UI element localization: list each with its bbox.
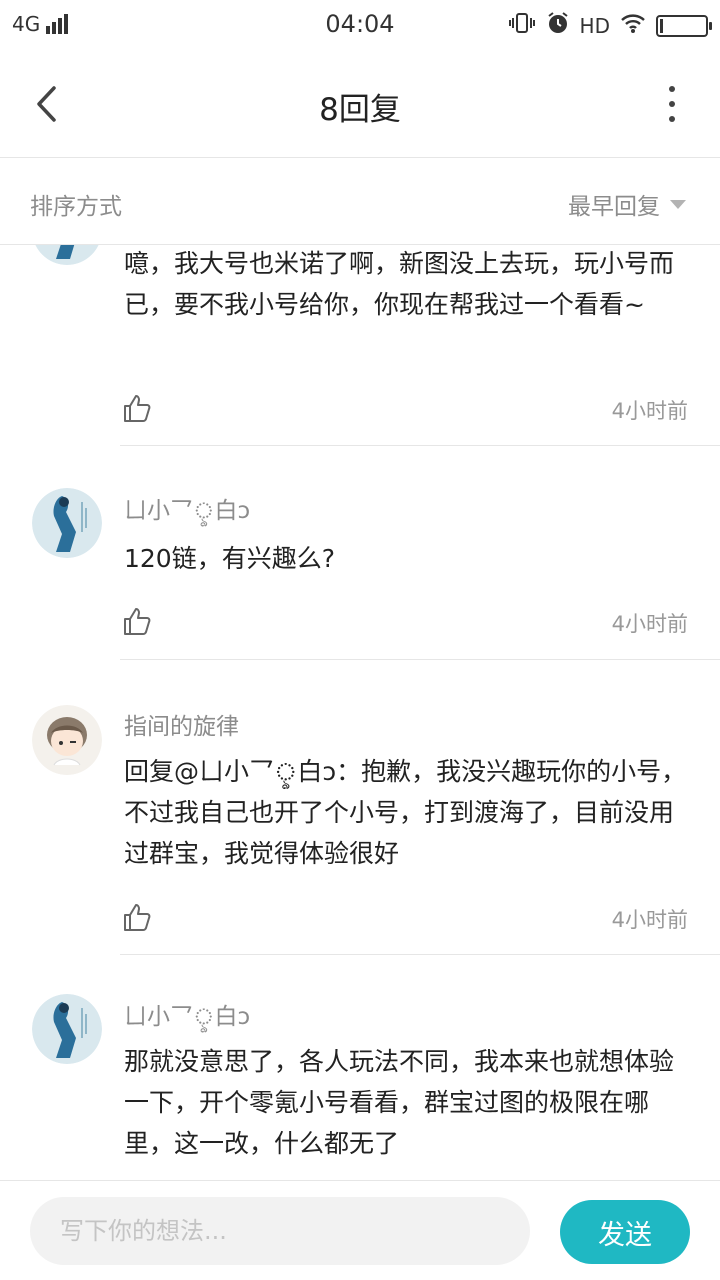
caret-down-icon bbox=[670, 199, 686, 209]
user-name[interactable]: ㄩ小⺂ৢ白ↄ bbox=[124, 997, 250, 1037]
status-bar: 4G 04:04 HD bbox=[0, 0, 720, 52]
vibrate-icon bbox=[508, 11, 536, 40]
reply-time: 4小时前 bbox=[611, 908, 688, 932]
like-button[interactable] bbox=[122, 393, 152, 423]
sort-selected-value: 最早回复 bbox=[568, 194, 660, 220]
reply-text: 回复@ㄩ小⺂ৢ白ↄ：抱歉，我没兴趣玩你的小号，不过我自己也开了个小号，打到渡海了… bbox=[124, 757, 687, 868]
reply-item: 噫，我大号也米诺了啊，新图没上去玩，玩小号而已，要不我小号给你，你现在帮我过一个… bbox=[0, 245, 720, 446]
sort-label: 排序方式 bbox=[30, 194, 122, 220]
wifi-icon bbox=[620, 12, 646, 39]
reply-item: ㄩ小⺂ৢ白ↄ 120链，有兴趣么? 4小时前 bbox=[0, 446, 720, 660]
send-button[interactable]: 发送 bbox=[560, 1200, 690, 1264]
sort-dropdown[interactable]: 最早回复 bbox=[568, 187, 686, 221]
reply-time: 4小时前 bbox=[611, 399, 688, 423]
nav-bar: 8回复 bbox=[0, 52, 720, 158]
sort-bar: 排序方式 最早回复 bbox=[0, 159, 720, 245]
like-button[interactable] bbox=[122, 902, 152, 932]
reply-list[interactable]: 噫，我大号也米诺了啊，新图没上去玩，玩小号而已，要不我小号给你，你现在帮我过一个… bbox=[0, 245, 720, 1180]
reply-text: 那就没意思了，各人玩法不同，我本来也就想体验一下，开个零氪小号看看，群宝过图的极… bbox=[124, 1047, 675, 1158]
user-name[interactable]: ㄩ小⺂ৢ白ↄ bbox=[124, 491, 250, 531]
more-menu-button[interactable] bbox=[662, 86, 682, 122]
like-button[interactable] bbox=[122, 606, 152, 636]
user-avatar[interactable] bbox=[32, 245, 102, 265]
user-avatar[interactable] bbox=[32, 488, 102, 558]
thumbs-up-icon bbox=[124, 608, 151, 635]
hd-label: HD bbox=[579, 13, 610, 38]
reply-text: 噫，我大号也米诺了啊，新图没上去玩，玩小号而已，要不我小号给你，你现在帮我过一个… bbox=[124, 249, 675, 319]
reply-item: ㄩ小⺂ৢ白ↄ 那就没意思了，各人玩法不同，我本来也就想体验一下，开个零氪小号看看… bbox=[0, 955, 720, 1180]
thumbs-up-icon bbox=[124, 395, 151, 422]
user-avatar[interactable] bbox=[32, 705, 102, 775]
reply-item: 指间的旋律 回复@ㄩ小⺂ৢ白ↄ：抱歉，我没兴趣玩你的小号，不过我自己也开了个小号… bbox=[0, 660, 720, 955]
battery-icon bbox=[656, 14, 712, 37]
reply-time: 4小时前 bbox=[611, 612, 688, 636]
alarm-icon bbox=[546, 11, 570, 40]
thumbs-up-icon bbox=[124, 904, 151, 931]
comment-composer: 发送 bbox=[0, 1180, 720, 1280]
comment-input[interactable] bbox=[30, 1197, 530, 1265]
more-dots-icon bbox=[669, 86, 675, 92]
reply-text: 120链，有兴趣么? bbox=[124, 544, 335, 573]
user-avatar[interactable] bbox=[32, 994, 102, 1064]
page-title: 8回复 bbox=[319, 92, 401, 128]
status-icons: HD bbox=[508, 11, 712, 40]
user-name[interactable]: 指间的旋律 bbox=[124, 707, 239, 741]
